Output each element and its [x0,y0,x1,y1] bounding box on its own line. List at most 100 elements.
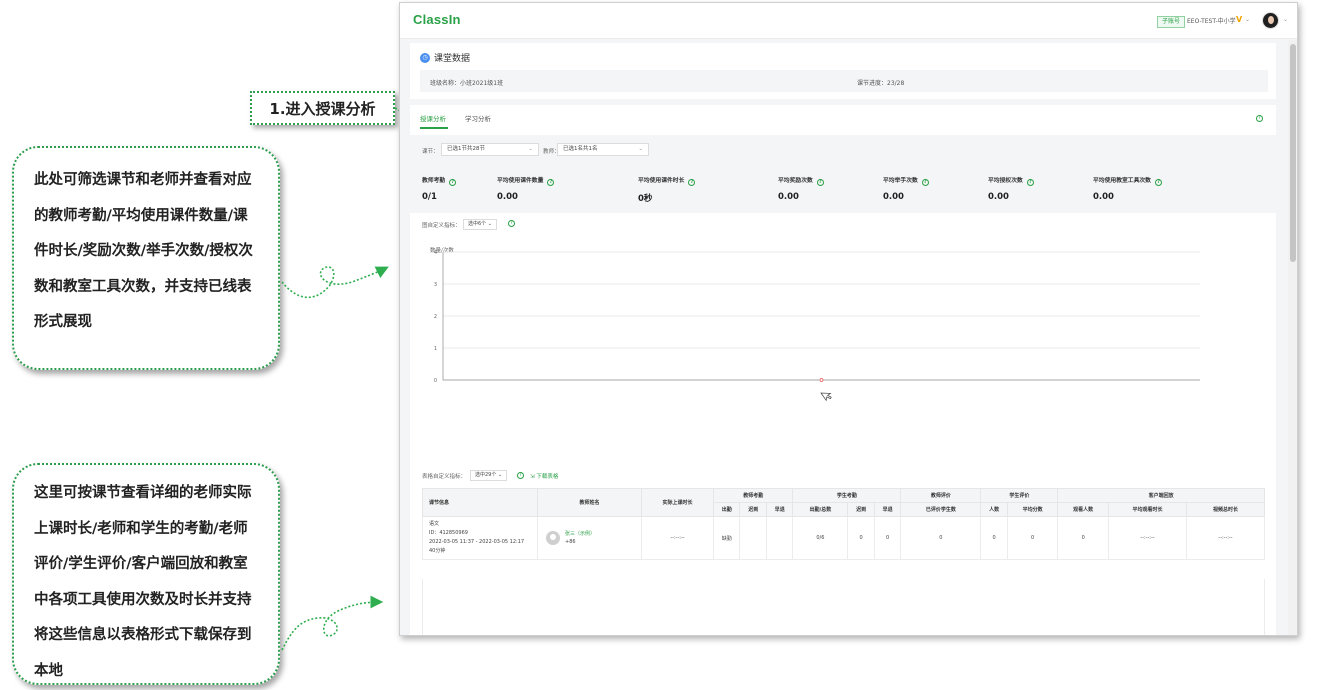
download-table-label: 下载表格 [536,474,559,480]
chevron-down-icon: ⌄ [638,146,643,152]
student-early-cell: 0 [873,516,902,560]
callout-line: 的教师考勤/平均使用课件数量/课 [34,207,248,224]
chart-custom-label: 图自定义指标： [422,223,461,229]
metric-label: 平均使用课件数量 ? [497,175,555,186]
chart-metric-select[interactable]: 选中6个 ⌄ [463,219,497,230]
col-playback: 客户端回放 [1057,488,1265,503]
sub-header: 人数 [980,502,1008,517]
help-icon[interactable]: ? [688,179,696,186]
chevron-down-icon[interactable]: ⌄ [1245,16,1250,23]
metric-label: 平均使用课件时长 ? [638,175,696,186]
table-metric-select[interactable]: 选中29个 ⌄ [470,470,508,481]
help-icon[interactable]: ? [816,179,824,186]
metric-label: 教师考勤 ? [422,175,457,186]
step-label: 1.进入授课分析 [250,91,395,125]
metric-value: 0.00 [883,192,904,202]
col-student-attendance: 学生考勤 [792,488,902,503]
lesson-time: 2022-03-05 11:37 - 2022-03-05 12:17 [429,539,525,545]
y-tick-label: 1 [434,346,437,352]
teacher-cell: 张三（示例） +86 [537,516,642,560]
sub-header: 出勤/总数 [792,502,849,517]
col-lesson-info: 课节信息 [422,488,538,517]
help-icon[interactable]: ? [508,220,515,227]
teacher-avatar [546,531,560,545]
teacher-select-value: 已选1名共1名 [563,146,598,152]
tab-learning-analysis[interactable]: 学习分析 [465,113,491,123]
teacher-phone: +86 [565,539,576,545]
page-title: ◷ 课堂数据 [420,51,470,64]
table-custom-label: 表格自定义指标： [422,474,467,480]
avatar[interactable] [1262,12,1279,29]
callout-line: 形式展现 [34,314,92,330]
sub-header: 出勤 [712,502,741,517]
class-info-bar: 班级名称：小班2021级1班 课节进度：23/28 [420,70,1268,92]
teacher-select[interactable]: 已选1名共1名 ⌄ [557,143,649,156]
scrollbar[interactable] [1288,40,1297,635]
callout-line: 数和教室工具次数，并支持已线表 [34,278,252,295]
help-icon[interactable]: ? [449,179,457,186]
teacher-late-cell [739,516,767,560]
data-icon: ◷ [420,52,430,63]
lesson-select-value: 已选1节共28节 [447,146,485,152]
y-tick-label: 0 [434,378,437,384]
student-eval-avg-cell[interactable]: 0 [1006,516,1059,560]
lesson-data-table: 课节信息 教师姓名 实际上课时长 教师考勤 学生考勤 教师评价 学生评价 客户端… [422,488,1265,560]
table-metric-select-value: 选中29个 [475,472,497,478]
metric-value: 0.00 [497,192,518,202]
eval-count-cell[interactable]: 0 [900,516,982,560]
metric-value: 0/1 [422,192,437,202]
sub-header: 早退 [873,502,902,517]
sub-header: 迟到 [739,502,767,517]
class-name: 班级名称：小班2021级1班 [430,80,504,87]
metric-value: 0.00 [1093,192,1114,202]
teacher-name-link[interactable]: 张三（示例） [565,530,595,538]
sub-header: 已评价学生数 [900,502,982,517]
student-present-cell: 0/6 [792,516,849,560]
help-icon[interactable]: ? [1026,179,1034,186]
callout-line: 本地 [34,662,63,679]
line-chart: 数量/次数 01234 [430,246,1200,402]
help-icon[interactable]: ? [547,179,555,186]
tab-teaching-analysis[interactable]: 授课分析 [420,113,448,129]
metric-value: 0.00 [778,192,799,202]
org-name[interactable]: EEO-TEST-中小学 [1187,16,1236,28]
help-icon[interactable]: ? [1155,179,1163,186]
lesson-filter-label: 课节： [422,149,439,155]
sub-header: 平均分数 [1006,502,1059,517]
video-total-cell: --:--:-- [1186,516,1265,560]
app-window: ClassIn 子账号 EEO-TEST-中小学 V ⌄ ⌄ ◷ 课堂数据 班级… [399,2,1298,636]
lesson-select[interactable]: 已选1节共28节 ⌄ [441,143,539,156]
student-eval-count-cell[interactable]: 0 [980,516,1008,560]
y-tick-label: 2 [434,314,437,320]
tab-label: 学习分析 [465,115,491,123]
chevron-down-icon[interactable]: ⌄ [1283,16,1288,23]
analysis-card: 授课分析 学习分析 ? 课节： 已选1节共28节 ⌄ 教师： 已选1名共1名 ⌄… [410,105,1276,635]
metric-label: 平均奖励次数 ? [778,175,824,186]
sub-account-badge: 子账号 [1157,16,1186,28]
table-row: 语文 ID：412850969 2022-03-05 11:37 - 2022-… [422,516,1265,560]
data-point[interactable] [819,378,824,382]
col-student-eval: 学生评价 [980,488,1059,503]
avg-watch-cell: --:--:-- [1108,516,1187,560]
scrollbar-thumb[interactable] [1290,44,1296,262]
tab-active-indicator [420,127,448,129]
col-teacher-name: 教师姓名 [537,488,642,517]
help-icon[interactable]: ? [517,472,524,479]
y-tick-label: 3 [434,282,437,288]
lesson-id: ID：412850969 [429,530,468,536]
metric-label: 平均使用教室工具次数 ? [1093,175,1163,186]
classin-logo[interactable]: ClassIn [413,12,461,27]
lesson-progress: 课节进度：23/28 [857,80,905,87]
download-table-link[interactable]: ⇲ 下载表格 [530,472,558,480]
chevron-down-icon: ⌄ [528,146,533,152]
sub-header: 平均观看时长 [1108,502,1187,517]
student-late-cell: 0 [847,516,875,560]
callout-line: 上课时长/老师和学生的考勤/老师 [34,520,248,537]
vip-icon: V [1236,15,1243,24]
page-title-text: 课堂数据 [434,54,471,64]
callout-table-explanation: 这里可按课节查看详细的老师实际 上课时长/老师和学生的考勤/老师 评价/学生评价… [12,463,280,685]
help-icon[interactable]: ? [921,179,929,186]
filter-panel: 课节： 已选1节共28节 ⌄ 教师： 已选1名共1名 ⌄ 教师考勤 ? 平均使用… [410,135,1276,213]
help-icon[interactable]: ? [1256,115,1263,122]
sub-header: 观看人数 [1057,502,1109,517]
